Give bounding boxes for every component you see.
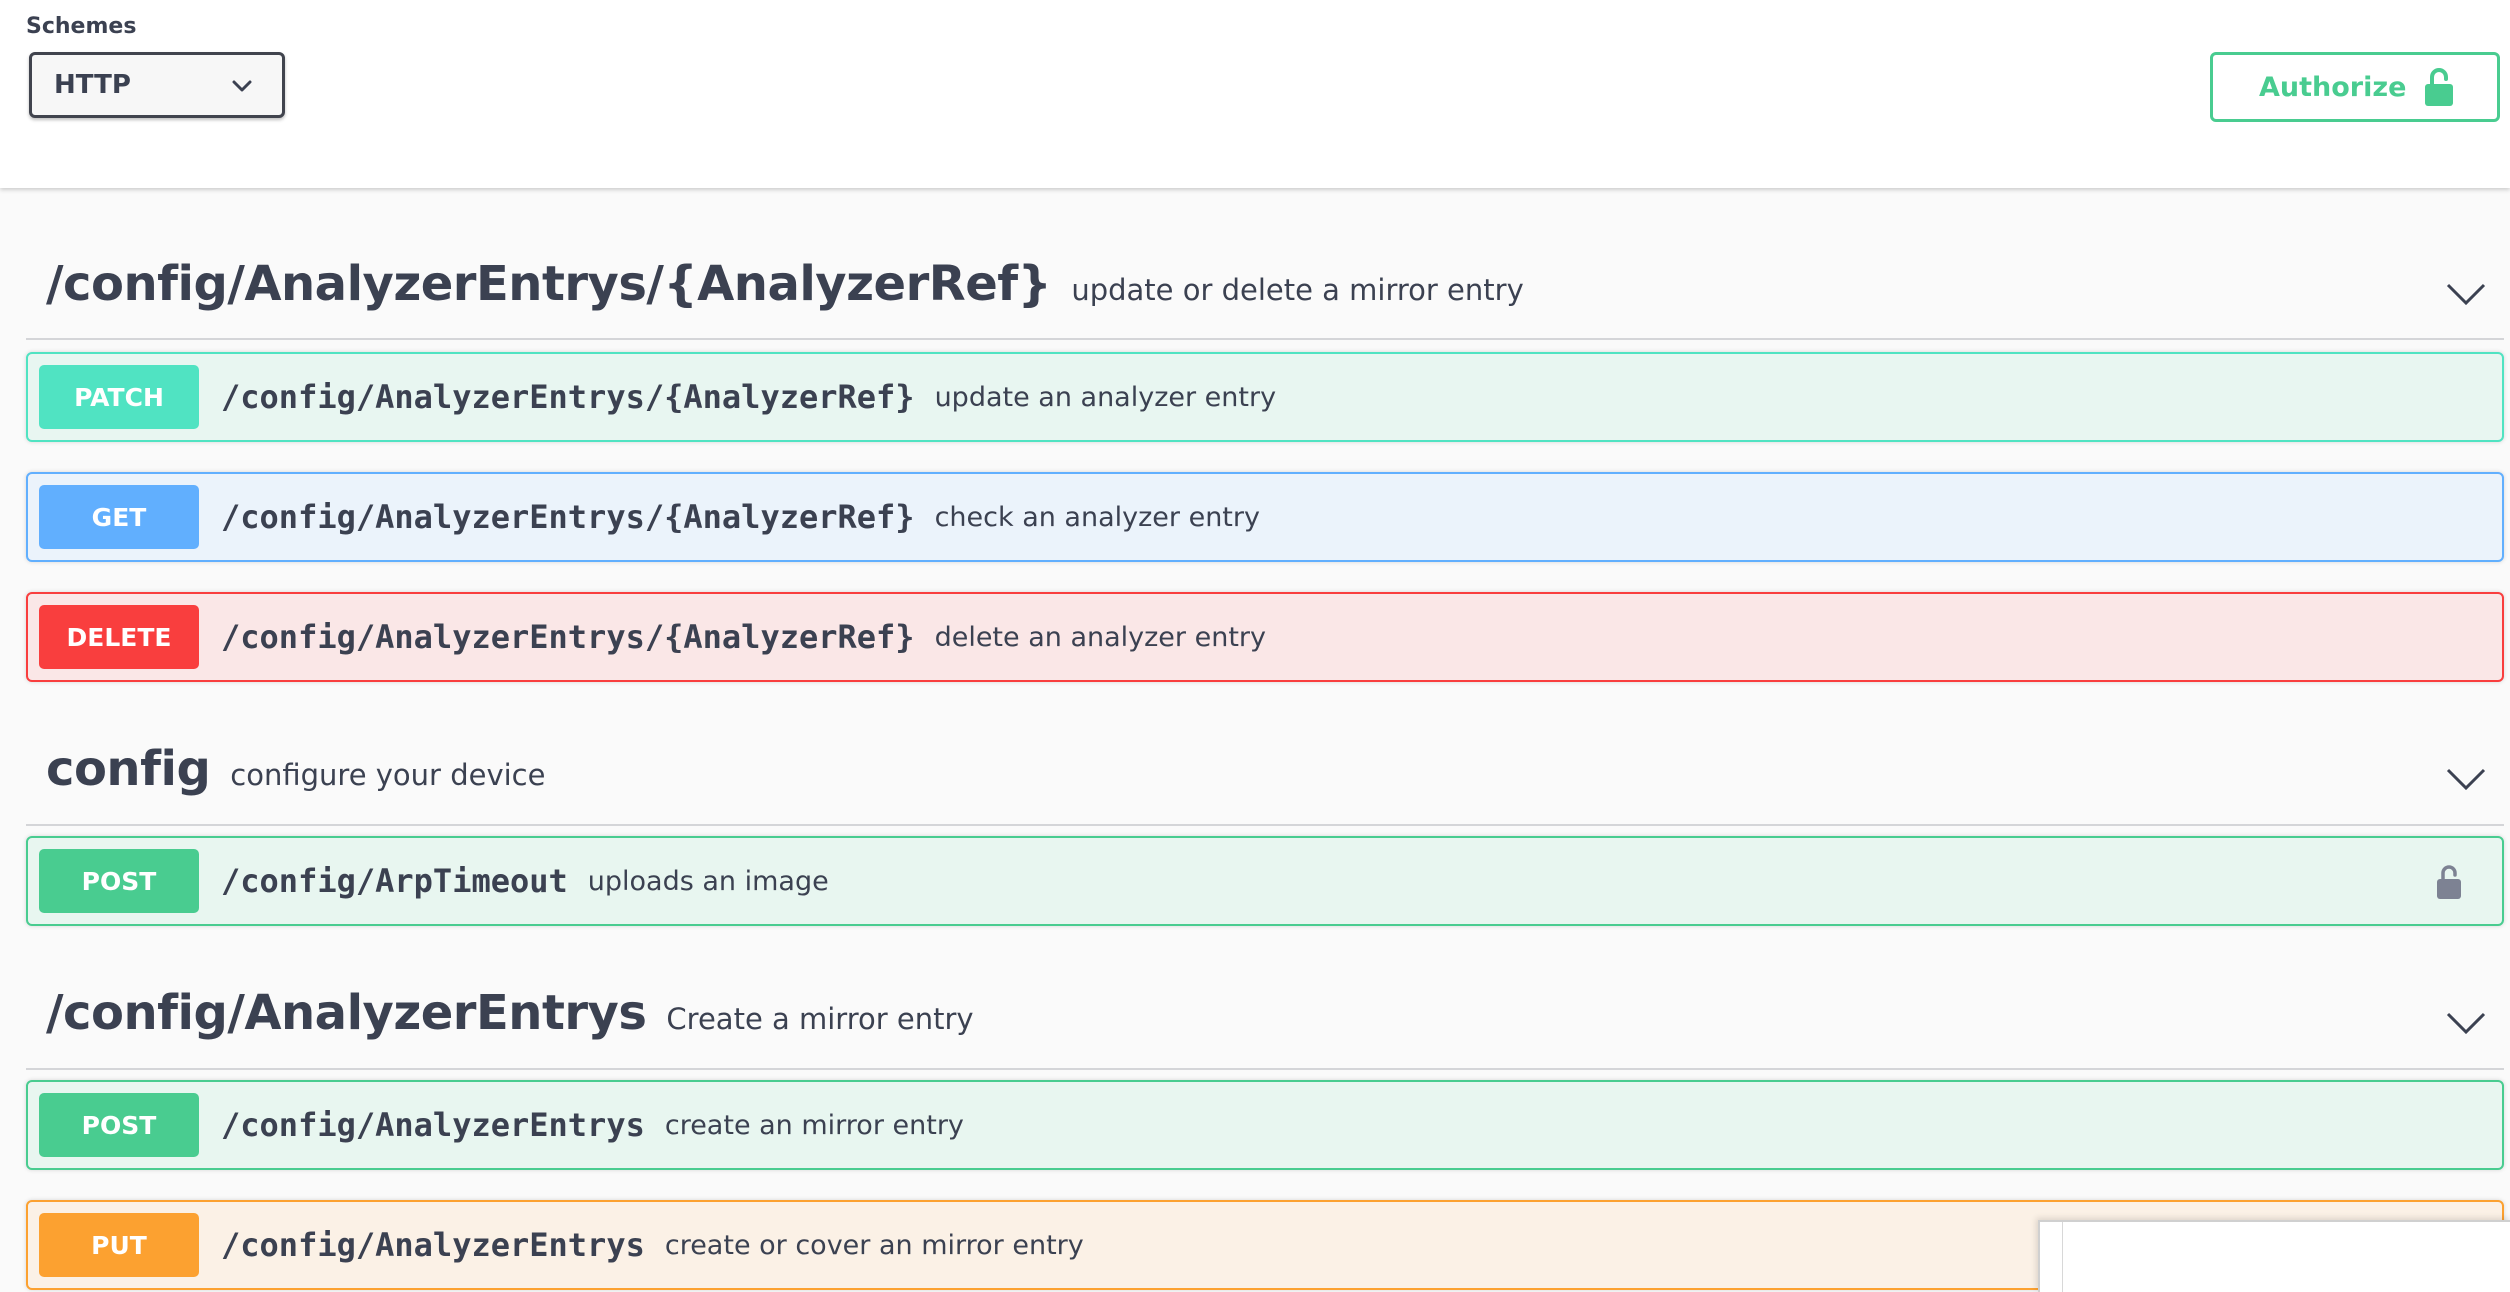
tag-name: config <box>46 741 211 797</box>
unlock-icon <box>2425 68 2453 106</box>
operation-path: /config/AnalyzerEntrys/{AnalyzerRef} <box>221 498 915 536</box>
operation-patch-analyzer-ref[interactable]: PATCH /config/AnalyzerEntrys/{AnalyzerRe… <box>26 352 2504 442</box>
operation-summary: delete an analyzer entry <box>934 621 1266 653</box>
scheme-select-value: HTTP <box>54 70 131 100</box>
operation-path: /config/ArpTimeout <box>221 862 568 900</box>
chevron-down-icon[interactable] <box>2446 283 2486 305</box>
method-badge-post: POST <box>39 849 199 913</box>
scheme-container: Schemes HTTP Authorize <box>0 0 2510 188</box>
authorize-label: Authorize <box>2259 71 2407 103</box>
schemes-label: Schemes <box>26 14 137 39</box>
authorize-button[interactable]: Authorize <box>2210 52 2500 122</box>
unlock-icon[interactable] <box>2436 864 2462 900</box>
tag-description: configure your device <box>230 758 546 792</box>
operation-summary: create or cover an mirror entry <box>664 1229 1084 1261</box>
tag-name: /config/AnalyzerEntrys <box>46 985 647 1041</box>
operation-summary: check an analyzer entry <box>934 501 1260 533</box>
tag-section-analyzer-ref[interactable]: /config/AnalyzerEntrys/{AnalyzerRef} upd… <box>26 248 2504 340</box>
overlay-divider <box>2062 1222 2063 1292</box>
tag-description: Create a mirror entry <box>666 1002 974 1036</box>
tag-section-config[interactable]: config configure your device <box>26 732 2504 826</box>
operation-summary: update an analyzer entry <box>934 381 1277 413</box>
operation-summary: uploads an image <box>587 865 829 897</box>
chevron-down-icon <box>232 80 252 92</box>
scheme-select[interactable]: HTTP <box>29 52 285 118</box>
method-badge-put: PUT <box>39 1213 199 1277</box>
tag-section-analyzer-entrys[interactable]: /config/AnalyzerEntrys Create a mirror e… <box>26 976 2504 1070</box>
method-badge-post: POST <box>39 1093 199 1157</box>
method-badge-patch: PATCH <box>39 365 199 429</box>
tag-description: update or delete a mirror entry <box>1071 273 1524 307</box>
overlay-panel <box>2038 1220 2510 1292</box>
operation-path: /config/AnalyzerEntrys/{AnalyzerRef} <box>221 618 915 656</box>
chevron-down-icon[interactable] <box>2446 1012 2486 1034</box>
chevron-down-icon[interactable] <box>2446 768 2486 790</box>
tag-name: /config/AnalyzerEntrys/{AnalyzerRef} <box>46 256 1052 312</box>
operation-post-arp-timeout[interactable]: POST /config/ArpTimeout uploads an image <box>26 836 2504 926</box>
operation-path: /config/AnalyzerEntrys <box>221 1106 645 1144</box>
operation-post-analyzer-entrys[interactable]: POST /config/AnalyzerEntrys create an mi… <box>26 1080 2504 1170</box>
operation-path: /config/AnalyzerEntrys/{AnalyzerRef} <box>221 378 915 416</box>
operation-get-analyzer-ref[interactable]: GET /config/AnalyzerEntrys/{AnalyzerRef}… <box>26 472 2504 562</box>
method-badge-get: GET <box>39 485 199 549</box>
operation-delete-analyzer-ref[interactable]: DELETE /config/AnalyzerEntrys/{AnalyzerR… <box>26 592 2504 682</box>
method-badge-delete: DELETE <box>39 605 199 669</box>
operation-path: /config/AnalyzerEntrys <box>221 1226 645 1264</box>
operation-summary: create an mirror entry <box>664 1109 964 1141</box>
